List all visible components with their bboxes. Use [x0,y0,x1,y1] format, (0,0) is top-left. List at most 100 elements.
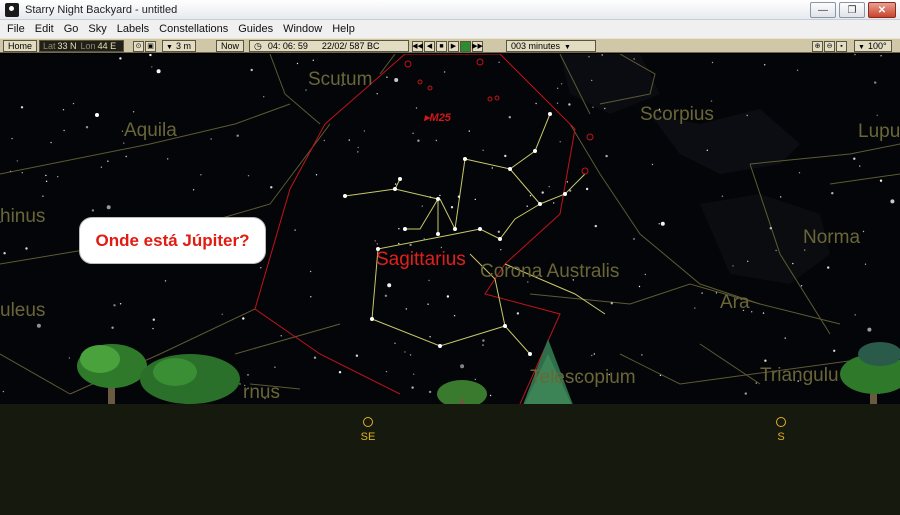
zoom-box-icon[interactable]: ▪ [836,40,847,52]
label-fornax: rnus [243,382,280,403]
star [715,292,718,294]
star [429,336,431,338]
fov-value: 100° [867,41,887,51]
star [593,353,595,355]
label-ara: Ara [720,292,750,313]
lock-icon[interactable]: ▣ [145,40,156,52]
step-back-icon[interactable]: ◀ [424,40,435,52]
star [859,165,861,167]
star [421,205,423,207]
star [489,394,492,397]
star [315,174,318,176]
star [403,227,407,231]
star [385,370,388,373]
play-icon[interactable]: ▶ [448,40,459,52]
compass-marker-s[interactable]: S [769,417,793,443]
menu-bar: File Edit Go Sky Labels Constellations G… [0,20,900,38]
minimize-button[interactable]: — [810,2,836,18]
sky-view[interactable]: Scutum Aquila Scorpius Lupu hinus Norma … [0,54,900,515]
star [747,260,749,262]
star [436,232,440,236]
star [323,139,325,142]
star [438,344,442,348]
callout-bubble: Onde está Júpiter? [79,217,266,264]
menu-constellations[interactable]: Constellations [154,23,233,35]
fov-dropdown[interactable]: ▼ 100° [854,40,892,52]
time-step-dropdown[interactable]: 003 minutes ▼ [506,40,596,52]
zoom-out-icon[interactable]: ⊖ [824,40,835,52]
star [398,228,400,230]
star [732,265,734,267]
star [508,116,511,119]
sagittarius-lines [344,113,586,355]
star [804,249,806,251]
star [751,311,753,313]
time-value: 04: 06: 59 [267,41,308,51]
chevron-down-icon: ▼ [564,44,571,51]
now-button[interactable]: Now [216,40,245,52]
rewind-icon[interactable]: ◀◀ [412,40,423,52]
star [498,61,500,63]
compass-marker-se[interactable]: SE [356,417,380,443]
star [363,130,366,132]
star [853,157,856,160]
menu-go[interactable]: Go [59,23,84,35]
menu-file[interactable]: File [2,23,30,35]
menu-edit[interactable]: Edit [30,23,59,35]
star [764,64,766,66]
run-indicator-icon[interactable] [460,40,471,52]
star [409,354,412,356]
close-button[interactable]: ✕ [868,2,896,18]
menu-window[interactable]: Window [278,23,327,35]
star [541,191,544,194]
star [119,57,122,60]
star [405,308,407,310]
zoom-in-icon[interactable]: ⊕ [812,40,823,52]
star [263,96,265,98]
star [280,335,282,337]
star [151,66,153,68]
chevron-down-icon: ▼ [166,44,173,51]
home-button[interactable]: Home [3,40,38,52]
location-field[interactable]: Lat 33 N Lon 44 E [39,40,125,52]
step-forward-icon[interactable]: ▶▶ [472,40,483,52]
toolbar: Home Lat 33 N Lon 44 E ⊙ ▣ ▼ 3 m Now ◷ 04: 06… [0,38,900,53]
star [376,243,378,245]
menu-labels[interactable]: Labels [112,23,154,35]
star [651,163,654,166]
window-title: Starry Night Backyard - untitled [25,3,178,16]
star [415,107,418,109]
label-sagittarius: Sagittarius [376,249,466,270]
star [398,177,402,181]
star [862,230,865,233]
star [711,61,714,64]
star [508,167,512,171]
label-serpens: uleus [0,300,46,321]
label-corona-australis: Corona Australis [480,261,620,282]
elevation-dropdown[interactable]: ▼ 3 m [162,40,196,52]
star [260,267,262,269]
time-date-field[interactable]: ◷ 04: 06: 59 22/02/ 587 BC [249,40,409,52]
star [270,186,273,189]
chevron-down-icon: ▼ [858,44,865,51]
star [556,87,559,89]
window-titlebar[interactable]: Starry Night Backyard - untitled — ❐ ✕ [0,0,900,20]
star [348,139,350,141]
star [152,318,155,321]
stop-icon[interactable]: ■ [436,40,447,52]
binoculars-icon[interactable]: ⊙ [133,40,144,52]
menu-sky[interactable]: Sky [83,23,111,35]
star [57,176,59,178]
star [503,324,507,328]
menu-help[interactable]: Help [327,23,360,35]
menu-guides[interactable]: Guides [233,23,278,35]
star [357,151,359,153]
star [874,81,877,84]
star [409,243,412,247]
maximize-button[interactable]: ❐ [839,2,865,18]
star [45,180,48,182]
label-norma: Norma [803,227,861,248]
star [482,339,485,342]
star [605,154,608,158]
star [221,313,223,315]
